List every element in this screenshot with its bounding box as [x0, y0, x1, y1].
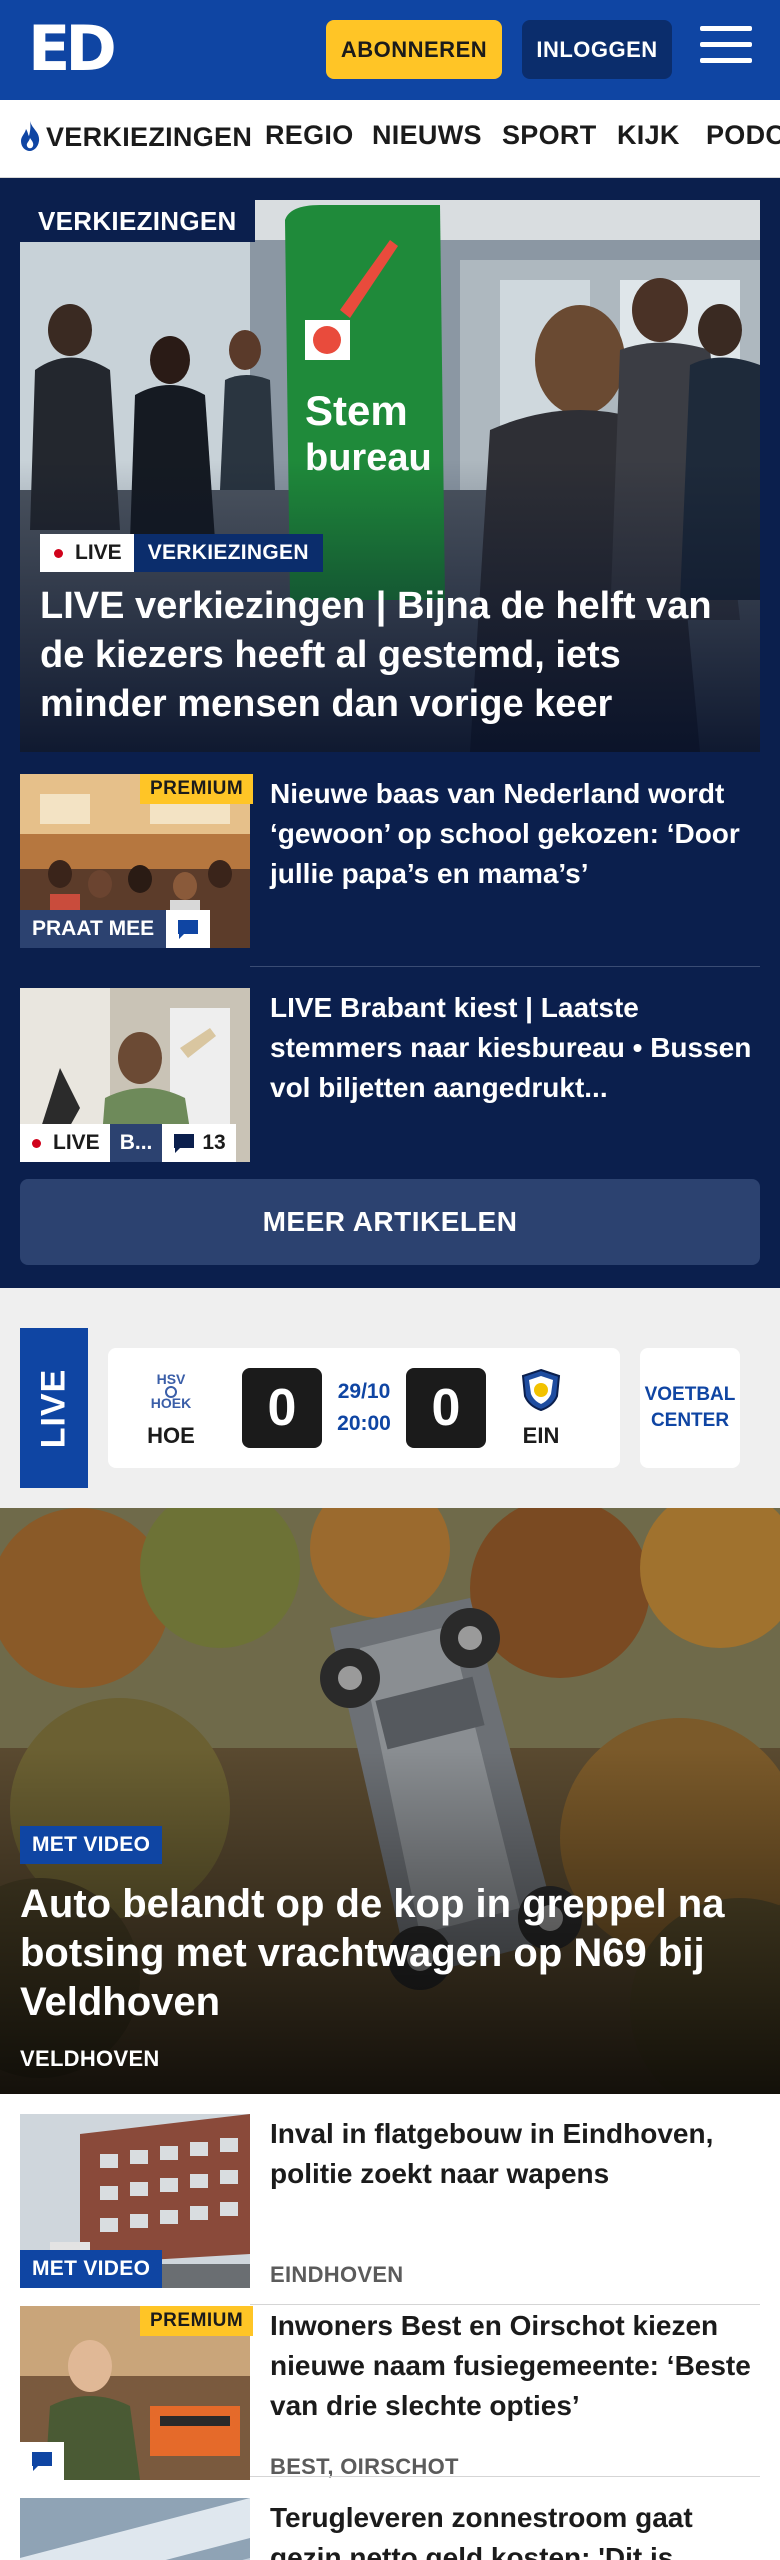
article-card[interactable]: LIVE B... 13 LIVE Brabant kiest | Laatst… — [20, 988, 760, 1162]
list-item[interactable]: PREMIUM Inwoners Best en Oirschot kiezen… — [20, 2306, 760, 2480]
nav-item-nieuws[interactable]: NIEUWS — [372, 120, 482, 151]
featured-title[interactable]: Auto belandt op de kop in greppel na bot… — [20, 1880, 760, 2027]
list-item-title[interactable]: Inval in flatgebouw in Eindhoven, politi… — [270, 2114, 760, 2194]
section-label: VERKIEZINGEN — [20, 200, 255, 242]
flame-icon — [21, 121, 40, 151]
list-item[interactable]: Terugleveren zonnestroom gaat gezin nett… — [20, 2498, 760, 2560]
subscribe-button[interactable]: ABONNEREN — [326, 20, 502, 79]
svg-text:Stem: Stem — [305, 387, 408, 434]
article-card[interactable]: PREMIUM PRAAT MEE Nieuwe baas van Nederl… — [20, 774, 760, 948]
list-item[interactable]: MET VIDEO Inval in flatgebouw in Eindhov… — [20, 2114, 760, 2288]
live-tag: LIVE VERKIEZINGEN — [40, 534, 323, 572]
video-tag: MET VIDEO — [20, 2250, 163, 2288]
article-title[interactable]: LIVE Brabant kiest | Laatste stemmers na… — [270, 988, 760, 1108]
voetbal-center-button[interactable]: VOETBAL CENTER — [640, 1348, 740, 1468]
live-dot-icon — [54, 548, 63, 558]
comment-icon[interactable] — [20, 2442, 64, 2480]
nav-item-verkiezingen[interactable]: VERKIEZINGEN — [18, 120, 252, 153]
main-navigation: VERKIEZINGEN REGIO NIEUWS SPORT KIJK POD… — [0, 100, 780, 178]
nav-item-regio[interactable]: REGIO — [265, 120, 354, 151]
match-card[interactable]: HSV HOEK HOE 0 29/10 20:00 0 EIN — [108, 1348, 620, 1468]
kickoff-time: 29/10 20:00 — [337, 1380, 391, 1435]
live-tag: LIVE B... 13 — [20, 1124, 236, 1162]
nav-item-sport[interactable]: SPORT — [502, 120, 597, 151]
home-team-abbr: HOE — [147, 1423, 195, 1448]
featured-location: VELDHOVEN — [20, 2046, 160, 2071]
video-tag: MET VIDEO — [20, 1826, 163, 1864]
article-title[interactable]: Nieuwe baas van Nederland wordt ‘gewoon’… — [270, 774, 760, 894]
premium-badge: PREMIUM — [140, 774, 254, 804]
premium-badge: PREMIUM — [140, 2306, 254, 2336]
site-header: ED ABONNEREN INLOGGEN — [0, 0, 780, 100]
live-label: LIVE — [20, 1328, 88, 1488]
comment-icon — [174, 1134, 195, 1153]
svg-text:HSV: HSV — [157, 1371, 186, 1387]
comment-count[interactable]: 13 — [162, 1124, 236, 1162]
list-item-title[interactable]: Inwoners Best en Oirschot kiezen nieuwe … — [270, 2306, 760, 2426]
menu-icon[interactable] — [700, 26, 752, 72]
comment-icon — [166, 910, 211, 948]
article-thumbnail — [20, 2498, 250, 2560]
list-item-location: EINDHOVEN — [270, 2262, 404, 2287]
nav-item-kijk[interactable]: KIJK — [617, 120, 680, 151]
away-team-abbr: EIN — [522, 1423, 560, 1448]
home-team-logo: HSV HOEK — [147, 1370, 195, 1411]
away-team: EIN — [506, 1368, 576, 1449]
category-tag: VERKIEZINGEN — [133, 534, 323, 572]
divider — [250, 2476, 760, 2477]
featured-article[interactable]: MET VIDEO Auto belandt op de kop in grep… — [0, 1508, 780, 2094]
away-score: 0 — [406, 1368, 486, 1448]
away-team-logo — [521, 1368, 561, 1412]
divider — [250, 2304, 760, 2305]
list-item-title[interactable]: Terugleveren zonnestroom gaat gezin nett… — [270, 2498, 760, 2560]
nav-item-podcasts[interactable]: PODCASTS — [706, 120, 780, 151]
live-score-widget: LIVE HSV HOEK HOE 0 29/10 20:00 0 EIN VO… — [0, 1288, 780, 1508]
home-score: 0 — [242, 1368, 322, 1448]
login-button[interactable]: INLOGGEN — [522, 20, 672, 79]
logo[interactable]: ED — [28, 18, 117, 80]
hero-article[interactable]: Stem bureau VERKIEZINGEN LIVE VERKIEZING… — [20, 200, 760, 752]
nav-label: VERKIEZINGEN — [46, 122, 253, 152]
election-section: Stem bureau VERKIEZINGEN LIVE VERKIEZING… — [0, 178, 780, 1288]
divider — [250, 966, 760, 967]
home-team: HSV HOEK HOE — [136, 1368, 206, 1449]
live-dot-icon — [32, 1138, 41, 1148]
praat-mee-tag[interactable]: PRAAT MEE — [20, 910, 211, 948]
more-articles-button[interactable]: MEER ARTIKELEN — [20, 1179, 760, 1265]
hero-title[interactable]: LIVE verkiezingen | Bijna de helft van d… — [40, 582, 750, 729]
svg-text:HOEK: HOEK — [151, 1395, 191, 1411]
category-tag: B... — [109, 1124, 163, 1162]
